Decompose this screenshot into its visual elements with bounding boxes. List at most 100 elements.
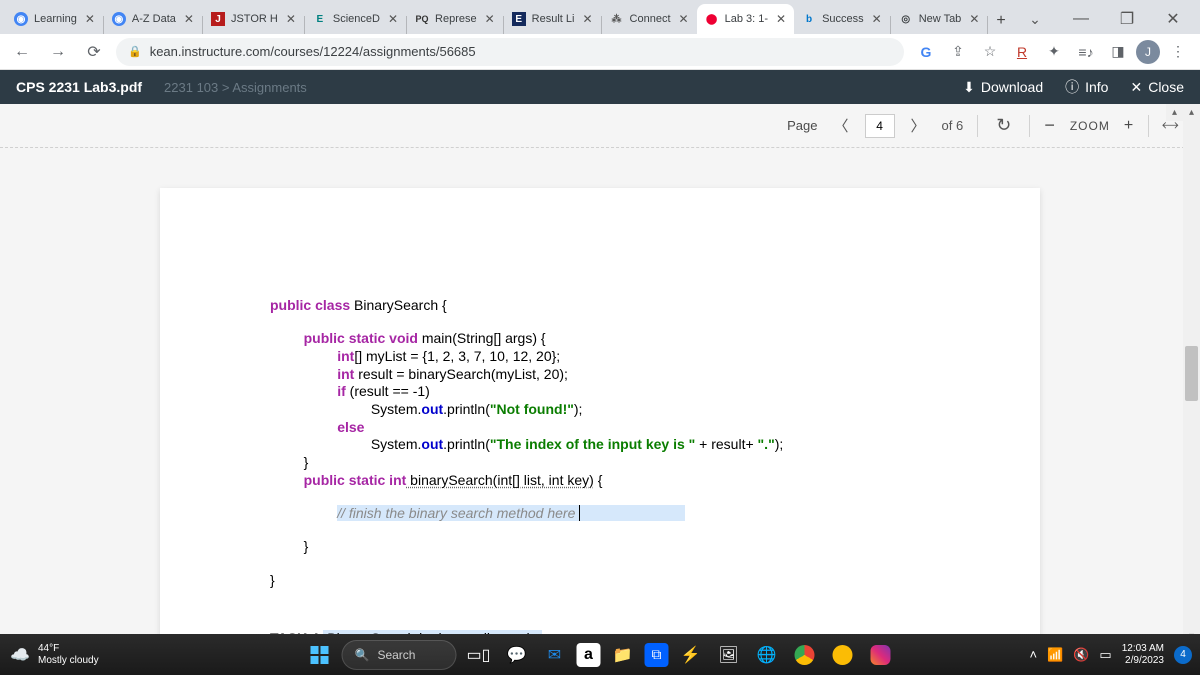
task-view-button[interactable]: ▭▯ (463, 639, 495, 671)
tab-label: Lab 3: 1- (725, 13, 768, 25)
tab-label: JSTOR H (231, 13, 278, 25)
close-window-button[interactable]: ✕ (1152, 4, 1194, 34)
close-icon[interactable]: ✕ (286, 12, 296, 26)
scroll-track[interactable] (1183, 121, 1200, 628)
minimize-button[interactable]: — (1060, 4, 1102, 34)
close-icon[interactable]: ✕ (776, 12, 786, 26)
reload-button[interactable]: ⟳ (80, 38, 108, 66)
chrome-app-icon[interactable] (789, 639, 821, 671)
tab-represe[interactable]: PQReprese✕ (407, 4, 503, 34)
tab-label: Result Li (532, 13, 575, 25)
scroll-up-outer[interactable]: ▴ (1166, 104, 1183, 121)
amazon-app-icon[interactable]: a (577, 643, 601, 667)
separator (977, 115, 978, 137)
canary-app-icon[interactable] (827, 639, 859, 671)
document-title: CPS 2231 Lab3.pdf (16, 79, 142, 95)
reading-list-icon[interactable]: ≡♪ (1072, 38, 1100, 66)
instagram-app-icon[interactable] (865, 639, 897, 671)
close-icon[interactable]: ✕ (184, 12, 194, 26)
close-icon: ✕ (1130, 79, 1142, 96)
mail-app-icon[interactable]: ✉ (539, 639, 571, 671)
tab-success[interactable]: bSuccess✕ (794, 4, 890, 34)
jstor-icon: J (211, 12, 225, 26)
zoom-out-button[interactable]: − (1044, 115, 1056, 136)
close-icon[interactable]: ✕ (969, 12, 979, 26)
page-label: Page (787, 118, 817, 133)
wifi-icon[interactable]: 📶 (1047, 647, 1063, 663)
toolbar-right: G ⇪ ☆ R ✦ ≡♪ ◨ J ⋮ (912, 38, 1192, 66)
dropbox-app-icon[interactable]: ⧉ (645, 643, 669, 667)
tab-azdata[interactable]: ◉A-Z Data✕ (104, 4, 202, 34)
close-button[interactable]: ✕ Close (1130, 79, 1184, 96)
prev-page-button[interactable]: 〈 (830, 115, 853, 136)
rotate-button[interactable]: ↻ (992, 115, 1015, 136)
zoom-in-button[interactable]: + (1124, 117, 1134, 135)
maximize-button[interactable]: ❐ (1106, 4, 1148, 34)
close-icon[interactable]: ✕ (485, 12, 495, 26)
code-block: public class BinarySearch { public stati… (270, 298, 990, 590)
start-button[interactable] (304, 639, 336, 671)
back-button[interactable]: ← (8, 38, 36, 66)
close-icon[interactable]: ✕ (679, 12, 689, 26)
info-button[interactable]: ⓘInfo (1065, 77, 1108, 97)
tab-label: ScienceD (333, 13, 380, 25)
address-bar[interactable]: 🔒 kean.instructure.com/courses/12224/ass… (116, 38, 904, 66)
tab-search-button[interactable]: ⌄ (1014, 4, 1056, 34)
explorer-app-icon[interactable]: 📁 (607, 639, 639, 671)
share-icon[interactable]: ⇪ (944, 38, 972, 66)
chat-app-icon[interactable]: 💬 (501, 639, 533, 671)
notification-badge[interactable]: 4 (1174, 646, 1192, 664)
battery-icon[interactable]: ▭ (1099, 647, 1111, 663)
weather-icon: ☁️ (10, 645, 30, 665)
condition: Mostly cloudy (38, 655, 99, 667)
vertical-scrollbar[interactable]: ▴ ▾ (1183, 104, 1200, 645)
tab-learning[interactable]: ◉Learning✕ (6, 4, 103, 34)
profile-avatar[interactable]: J (1136, 40, 1160, 64)
globe-icon: ◉ (112, 12, 126, 26)
download-icon: ⬇ (963, 79, 975, 96)
sidepanel-icon[interactable]: ◨ (1104, 38, 1132, 66)
tab-newtab[interactable]: ◎New Tab✕ (891, 4, 988, 34)
extensions-icon[interactable]: ✦ (1040, 38, 1068, 66)
url-text: kean.instructure.com/courses/12224/assig… (150, 44, 476, 59)
scroll-thumb[interactable] (1185, 346, 1198, 401)
clock[interactable]: 12:03 AM 2/9/2023 (1122, 643, 1164, 667)
page-total: of 6 (942, 118, 964, 133)
info-label: Info (1085, 79, 1108, 95)
tab-connect[interactable]: ⁂Connect✕ (602, 4, 697, 34)
menu-icon[interactable]: ⋮ (1164, 38, 1192, 66)
close-icon[interactable]: ✕ (582, 12, 592, 26)
globe-icon: ◉ (14, 12, 28, 26)
tab-jstor[interactable]: J JSTOR H ✕ (203, 4, 304, 34)
edge-app-icon[interactable]: 🌐 (751, 639, 783, 671)
bookmark-icon[interactable]: ☆ (976, 38, 1004, 66)
next-page-button[interactable]: 〉 (907, 115, 930, 136)
forward-button[interactable]: → (44, 38, 72, 66)
pdf-page: public class BinarySearch { public stati… (160, 188, 1040, 674)
close-icon[interactable]: ✕ (388, 12, 398, 26)
date: 2/9/2023 (1125, 655, 1164, 667)
window-controls: ⌄ — ❐ ✕ (1014, 4, 1194, 34)
scroll-up-button[interactable]: ▴ (1183, 104, 1200, 121)
google-icon[interactable]: G (912, 38, 940, 66)
tab-lab3[interactable]: ⬤Lab 3: 1-✕ (697, 4, 794, 34)
tray-chevron-icon[interactable]: ˄ (1029, 647, 1037, 662)
page-input[interactable] (865, 114, 895, 138)
volume-icon[interactable]: 🔇 (1073, 647, 1089, 663)
taskbar-search[interactable]: 🔍 Search (342, 640, 457, 670)
download-button[interactable]: ⬇Download (963, 79, 1043, 96)
search-icon: 🔍 (355, 648, 370, 662)
close-label: Close (1148, 79, 1184, 95)
windows-taskbar: ☁️ 44°F Mostly cloudy 🔍Search ▭▯ 💬 ✉ a 📁… (0, 634, 1200, 675)
r-extension-icon[interactable]: R (1008, 38, 1036, 66)
image-app-icon[interactable]: 🖼 (713, 639, 745, 671)
search-placeholder: Search (377, 648, 415, 662)
tab-result[interactable]: EResult Li✕ (504, 4, 601, 34)
bolt-app-icon[interactable]: ⚡ (675, 639, 707, 671)
separator (1148, 115, 1149, 137)
tab-scienced[interactable]: EScienceD✕ (305, 4, 406, 34)
close-icon[interactable]: ✕ (872, 12, 882, 26)
paging-toolbar: Page 〈 〉 of 6 ↻ − ZOOM + ⤢ (0, 104, 1200, 148)
new-tab-button[interactable]: + (988, 8, 1013, 34)
close-icon[interactable]: ✕ (85, 12, 95, 26)
